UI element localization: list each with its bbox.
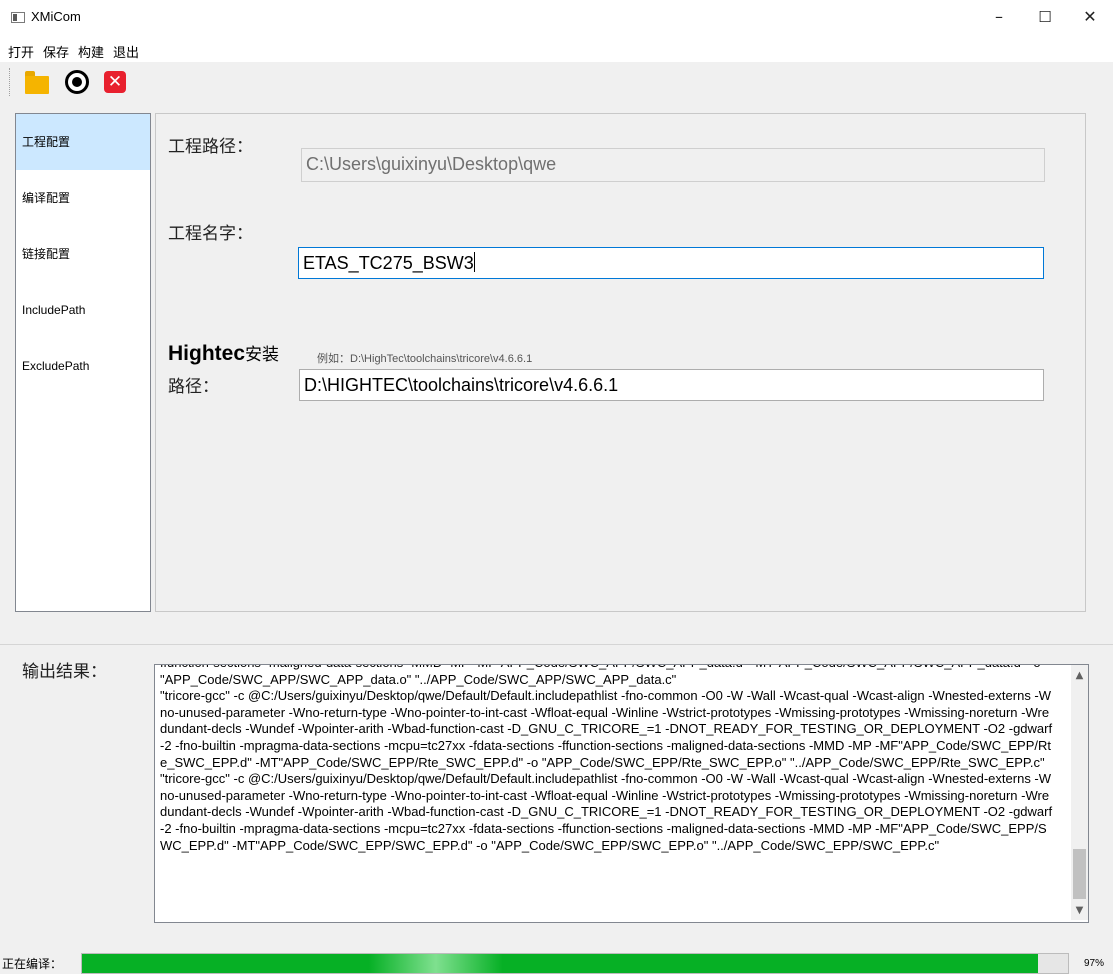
project-name-label: 工程名字： [168, 224, 253, 244]
scroll-down-icon[interactable]: ▼ [1071, 902, 1088, 919]
project-path-field: C:\Users\guixinyu\Desktop\qwe [301, 148, 1045, 182]
project-name-input[interactable]: ETAS_TC275_BSW3 [298, 247, 1044, 279]
menu-build[interactable]: 构建 [78, 42, 104, 61]
output-label: 输出结果： [22, 662, 107, 682]
minimize-button[interactable]: – [976, 0, 1022, 36]
maximize-button[interactable]: ☐ [1022, 0, 1068, 36]
title-bar: XMiCom – ☐ ✕ [0, 0, 1113, 36]
menu-exit[interactable]: 退出 [113, 42, 139, 61]
sidebar-item-compile-config[interactable]: 编译配置 [16, 170, 150, 226]
scroll-up-icon[interactable]: ▲ [1071, 667, 1088, 684]
app-icon [11, 12, 25, 23]
sidebar: 工程配置 编译配置 链接配置 IncludePath ExcludePath [15, 113, 151, 612]
output-log-text: ffunction-sections -maligned-data-sectio… [160, 665, 1053, 853]
output-scrollbar[interactable]: ▲ ▼ [1071, 665, 1088, 920]
text-caret [473, 252, 475, 272]
hightec-path-label: 路径： [168, 377, 219, 397]
stop-icon[interactable] [62, 67, 92, 97]
menu-open[interactable]: 打开 [8, 42, 34, 61]
hightec-example-hint: 例如：D:\HighTec\toolchains\tricore\v4.6.6.… [317, 353, 533, 365]
sidebar-item-excludepath[interactable]: ExcludePath [16, 338, 150, 394]
sidebar-item-link-config[interactable]: 链接配置 [16, 226, 150, 282]
compile-status-label: 正在编译： [2, 957, 63, 971]
close-button[interactable]: ✕ [1067, 0, 1113, 36]
window-title: XMiCom [31, 9, 81, 24]
hightec-path-input[interactable]: D:\HIGHTEC\toolchains\tricore\v4.6.6.1 [299, 369, 1044, 401]
project-path-label: 工程路径： [168, 137, 253, 157]
menu-save[interactable]: 保存 [43, 42, 69, 61]
toolbar-grip[interactable] [9, 68, 13, 96]
progress-fill [82, 954, 1039, 973]
scroll-thumb[interactable] [1073, 849, 1086, 899]
hightec-label: Hightec安装 [168, 342, 280, 365]
menu-bar: 打开 保存 构建 退出 [0, 36, 1113, 62]
project-config-panel: 工程路径： C:\Users\guixinyu\Desktop\qwe 工程名字… [155, 113, 1086, 612]
sidebar-item-project-config[interactable]: 工程配置 [16, 114, 150, 170]
sidebar-item-includepath[interactable]: IncludePath [16, 282, 150, 338]
close-red-icon[interactable]: ✕ [99, 67, 129, 97]
toolbar: ✕ [0, 62, 1113, 102]
progress-percent: 97% [1084, 958, 1105, 969]
folder-icon[interactable] [22, 67, 52, 97]
compile-progress-bar [81, 953, 1069, 974]
output-textarea[interactable]: ffunction-sections -maligned-data-sectio… [154, 664, 1089, 923]
separator [0, 644, 1113, 645]
